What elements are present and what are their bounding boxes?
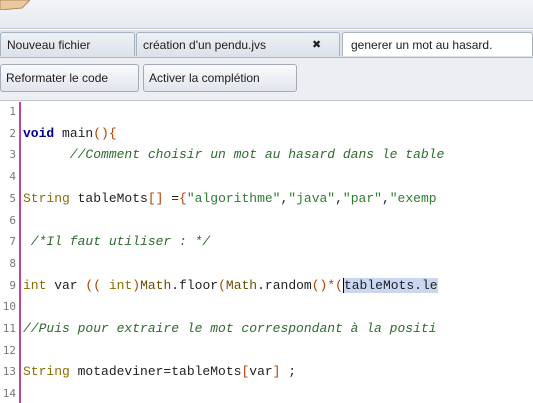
button-label: Reformater le code [6,71,109,85]
reformat-code-button[interactable]: Reformater le code [0,64,139,92]
code-text[interactable]: /*Il faut utiliser : */ [23,234,210,249]
line-number: 5 [9,191,16,205]
code-token: .random [257,277,312,293]
code-line[interactable]: 12 [0,341,533,362]
code-line[interactable]: 4 [0,167,533,188]
close-icon[interactable]: ✖ [312,33,321,56]
tab-bar: Nouveau fichier création d'un pendu.jvs … [0,30,533,58]
code-token: , [335,190,343,206]
code-text[interactable]: String motadeviner=tableMots[var] ; [23,364,296,379]
code-token: ; [280,364,297,380]
code-text[interactable]: //Comment choisir un mot au hasard dans … [23,147,444,162]
code-line[interactable]: 10 [0,297,533,318]
code-token: tableMots [69,190,148,206]
button-label: Activer la complétion [149,71,260,85]
code-token: var [46,277,86,293]
code-token: var [249,364,273,380]
tab-generer-mot[interactable]: generer un mot au hasard. [342,32,533,56]
code-line[interactable]: 3 //Comment choisir un mot au hasard dan… [0,145,533,166]
code-token: [] [147,190,164,206]
line-number: 7 [9,235,16,249]
line-number: 10 [2,300,16,314]
code-token: int [108,277,133,293]
tab-label: generer un mot au hasard. [351,38,493,52]
code-text[interactable]: void main(){ [23,126,117,141]
line-number: 12 [2,343,16,357]
code-line[interactable]: 6 [0,211,533,232]
tab-label: création d'un pendu.jvs [143,38,267,52]
code-token: (( [85,277,102,293]
code-token: main [54,125,94,141]
line-number: 4 [9,170,16,184]
code-token: .floor [171,277,219,293]
code-token: Math [225,277,258,293]
code-token: "algorithme" [186,190,281,206]
code-line[interactable]: 2 void main(){ [0,124,533,145]
line-number: 6 [9,213,16,227]
editor-toolbar: Reformater le code Activer la complétion [0,58,533,101]
code-token: void [23,125,55,141]
code-editor[interactable]: 1 2 void main(){3 //Comment choisir un mot… [0,102,533,403]
code-line[interactable]: 11 //Puis pour extraire le mot correspond… [0,319,533,340]
code-line[interactable]: 14 [0,384,533,403]
code-token: String [23,364,70,380]
line-number: 2 [9,126,16,140]
code-token: { [179,190,187,206]
line-number: 14 [2,387,16,401]
code-token: ()*( [311,277,343,293]
code-line[interactable]: 9 int var (( int)Math.floor(Math.random()… [0,276,533,297]
code-line[interactable]: 5 String tableMots[] ={"algorithme","java… [0,189,533,210]
line-number: 1 [9,105,16,118]
code-token: ( [218,277,226,293]
code-token: String [23,190,70,206]
code-token: "par" [342,190,382,206]
line-number: 13 [2,365,16,379]
tab-label: Nouveau fichier [7,38,91,52]
line-number: 11 [2,322,16,335]
code-token: = [163,190,180,206]
code-text[interactable]: //Puis pour extraire le mot correspondan… [23,321,436,336]
code-token: //Comment choisir un mot au hasard dans … [23,147,445,163]
code-line[interactable]: 8 [0,254,533,275]
code-token: "exemp [389,190,437,206]
code-token: motadeviner=tableMots [69,364,242,380]
selected-text: tableMots.le [342,277,438,293]
top-toolbar-strip [0,0,533,29]
code-token: //Puis pour extraire le mot correspondan… [23,321,437,336]
line-number: 9 [9,278,16,292]
code-token: int [23,277,47,293]
code-token: "java" [288,190,336,206]
code-line[interactable]: 1 [0,102,533,123]
line-number: 3 [9,148,16,162]
tab-creation-pendu[interactable]: création d'un pendu.jvs ✖ [136,32,340,56]
code-text[interactable]: String tableMots[] ={"algorithme","java"… [23,191,437,206]
line-number: 8 [9,256,16,270]
enable-completion-button[interactable]: Activer la complétion [143,64,297,92]
code-token: ) [132,277,141,293]
code-line[interactable]: 7 /*Il faut utiliser : */ [0,232,533,253]
code-token: Math [140,277,172,293]
code-line[interactable]: 13 String motadeviner=tableMots[var] ; [0,362,533,383]
code-token: , [381,190,390,206]
code-token: /*Il faut utiliser : */ [23,234,211,250]
app-logo-icon [0,0,30,10]
code-token: (){ [93,125,117,141]
tab-nouveau-fichier[interactable]: Nouveau fichier [0,32,135,56]
code-text[interactable]: int var (( int)Math.floor(Math.random()*… [23,277,438,293]
